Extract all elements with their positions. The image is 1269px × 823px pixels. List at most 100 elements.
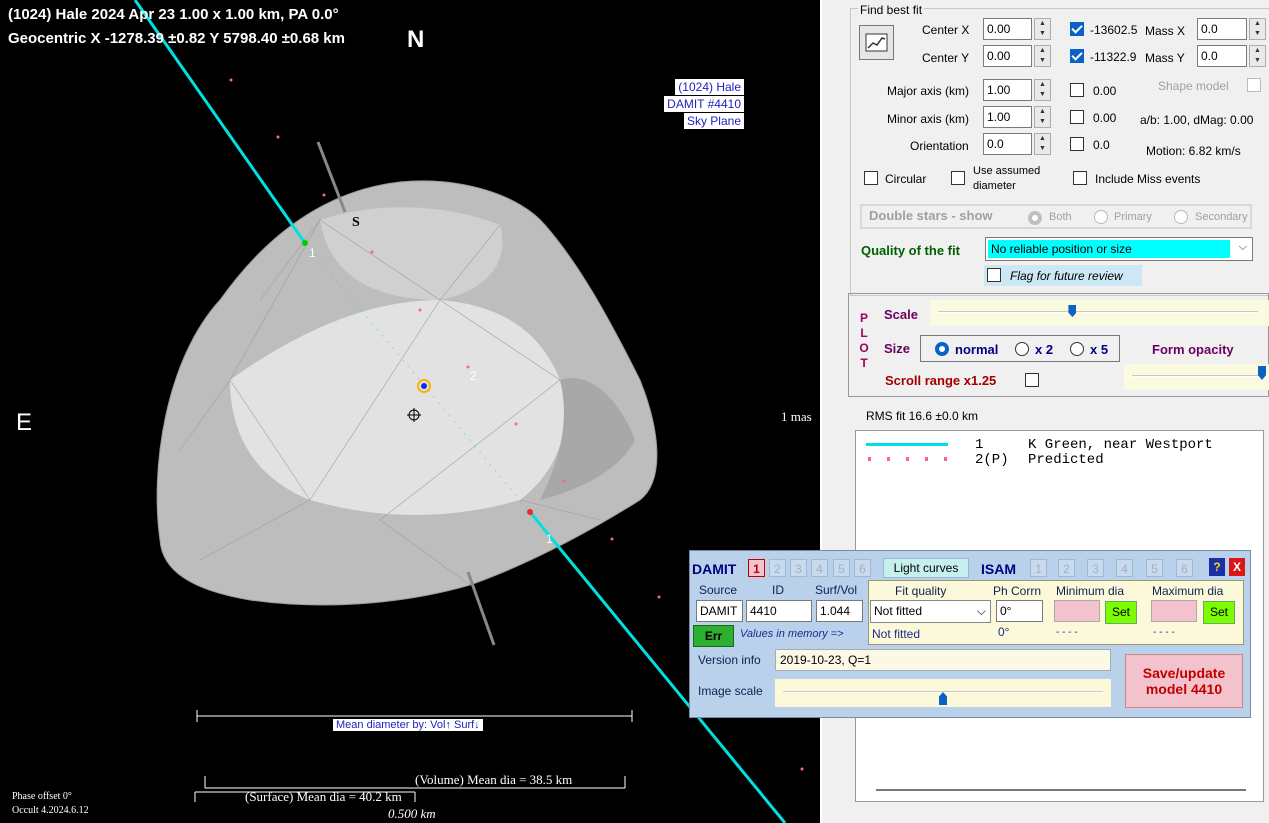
major-axis-spinner[interactable]: ▲ ▼ xyxy=(1034,79,1051,101)
minor-axis-spinner[interactable]: ▲ ▼ xyxy=(1034,106,1051,128)
isam-model-4[interactable]: 4 xyxy=(1116,559,1133,577)
orientation-label: Orientation xyxy=(910,139,969,153)
scale-slider[interactable] xyxy=(930,300,1269,326)
minor-axis-label: Minor axis (km) xyxy=(887,112,970,126)
secondary-radio[interactable] xyxy=(1174,210,1188,224)
find-best-fit-button[interactable] xyxy=(859,25,894,60)
version-info-field[interactable]: 2019-10-23, Q=1 xyxy=(775,649,1111,671)
isam-model-3[interactable]: 3 xyxy=(1087,559,1104,577)
orientation-input[interactable]: 0.0 xyxy=(983,133,1032,155)
image-scale-thumb[interactable] xyxy=(939,692,947,705)
save-update-label: Save/update model 4410 xyxy=(1142,665,1226,697)
max-dia-set-button[interactable]: Set xyxy=(1203,601,1235,624)
major-axis-checkbox[interactable] xyxy=(1070,83,1084,97)
center-y-checkbox[interactable] xyxy=(1070,49,1084,63)
list-hscrollbar[interactable] xyxy=(876,789,1246,791)
memory-min-dia: - - - - xyxy=(1056,627,1078,638)
center-x-input[interactable]: 0.00 xyxy=(983,18,1032,40)
include-miss-label: Include Miss events xyxy=(1095,172,1201,186)
help-button[interactable]: ? xyxy=(1209,558,1225,576)
err-button[interactable]: Err xyxy=(693,625,734,647)
orientation-spinner[interactable]: ▲ ▼ xyxy=(1034,133,1051,155)
south-marker: S xyxy=(352,215,360,230)
min-dia-field[interactable] xyxy=(1054,600,1100,622)
flag-review-checkbox[interactable] xyxy=(987,268,1001,282)
minor-axis-checkbox[interactable] xyxy=(1070,110,1084,124)
scale-slider-thumb[interactable] xyxy=(1068,305,1077,317)
close-button[interactable]: X xyxy=(1229,558,1245,576)
circular-label: Circular xyxy=(885,172,927,186)
legend-num-2: 2(P) xyxy=(975,452,1009,468)
damit-model-6[interactable]: 6 xyxy=(854,559,871,577)
damit-panel: DAMIT 1 2 3 4 5 6 Light curves ISAM 1 2 … xyxy=(689,550,1251,718)
mean-diameter-by[interactable]: Mean diameter by: Vol↑ Surf↓ xyxy=(333,719,483,731)
version-label: Occult 4.2024.6.12 xyxy=(12,805,89,816)
include-miss-checkbox[interactable] xyxy=(1073,171,1087,185)
shape-model-label: Shape model xyxy=(1158,79,1229,93)
find-best-fit-label: Find best fit xyxy=(858,3,925,17)
center-y-spinner[interactable]: ▲ ▼ xyxy=(1034,45,1051,67)
size-normal-radio[interactable] xyxy=(935,342,949,356)
id-header: ID xyxy=(772,583,784,597)
isam-model-1[interactable]: 1 xyxy=(1030,559,1047,577)
save-update-button[interactable]: Save/update model 4410 xyxy=(1125,654,1243,708)
mass-y-spinner[interactable]: ▲ ▼ xyxy=(1249,45,1266,67)
use-assumed-checkbox[interactable] xyxy=(951,171,965,185)
double-stars-label: Double stars - show xyxy=(869,208,993,223)
scroll-range-checkbox[interactable] xyxy=(1025,373,1039,387)
circular-checkbox[interactable] xyxy=(864,171,878,185)
center-x-spinner[interactable]: ▲ ▼ xyxy=(1034,18,1051,40)
center-y-input[interactable]: 0.00 xyxy=(983,45,1032,67)
damit-model-4[interactable]: 4 xyxy=(811,559,828,577)
size-x5-radio[interactable] xyxy=(1070,342,1084,356)
isam-model-6[interactable]: 6 xyxy=(1176,559,1193,577)
isam-model-5[interactable]: 5 xyxy=(1146,559,1163,577)
mass-x-spinner[interactable]: ▲ ▼ xyxy=(1249,18,1266,40)
center-x-readout: -13602.5 xyxy=(1090,23,1138,37)
damit-model-5[interactable]: 5 xyxy=(833,559,850,577)
size-x2-radio[interactable] xyxy=(1015,342,1029,356)
major-axis-input[interactable]: 1.00 xyxy=(983,79,1032,101)
mass-x-input[interactable]: 0.0 xyxy=(1197,18,1247,40)
legend-text-1: K Green, near Westport xyxy=(1028,437,1213,453)
volume-mean-dia: (Volume) Mean dia = 38.5 km xyxy=(415,772,573,787)
form-opacity-slider[interactable] xyxy=(1124,364,1269,390)
version-info-label: Version info xyxy=(698,653,761,667)
primary-radio[interactable] xyxy=(1094,210,1108,224)
chord-label-1: 1 xyxy=(309,246,316,260)
damit-model-3[interactable]: 3 xyxy=(790,559,807,577)
quality-dropdown[interactable]: No reliable position or size ⌵ xyxy=(985,237,1253,261)
mass-y-label: Mass Y xyxy=(1145,51,1185,65)
fit-quality-dropdown[interactable]: Not fitted ⌵ xyxy=(870,600,991,623)
id-field[interactable]: 4410 xyxy=(746,600,812,622)
chord-label-1b: 1 xyxy=(546,532,553,546)
source-field[interactable]: DAMIT xyxy=(696,600,743,622)
surfvol-field[interactable]: 1.044 xyxy=(816,600,863,622)
form-opacity-thumb[interactable] xyxy=(1258,366,1266,380)
flag-review-label: Flag for future review xyxy=(1010,269,1123,283)
shape-model-checkbox[interactable] xyxy=(1247,78,1261,92)
rms-fit: RMS fit 16.6 ±0.0 km xyxy=(866,409,978,423)
light-curves-button[interactable]: Light curves xyxy=(883,558,969,578)
major-axis-label: Major axis (km) xyxy=(887,84,970,98)
damit-model-1[interactable]: 1 xyxy=(748,559,765,577)
plot-letter-t: T xyxy=(860,356,868,370)
minor-axis-input[interactable]: 1.00 xyxy=(983,106,1032,128)
orientation-readout: 0.0 xyxy=(1093,138,1110,152)
min-dia-set-button[interactable]: Set xyxy=(1105,601,1137,624)
isam-model-2[interactable]: 2 xyxy=(1058,559,1075,577)
mass-y-input[interactable]: 0.0 xyxy=(1197,45,1247,67)
quality-value: No reliable position or size xyxy=(988,240,1230,258)
max-dia-header: Maximum dia xyxy=(1152,584,1224,598)
ph-corr-field[interactable]: 0° xyxy=(996,600,1043,622)
damit-model-2[interactable]: 2 xyxy=(769,559,786,577)
center-x-checkbox[interactable] xyxy=(1070,22,1084,36)
mass-x-label: Mass X xyxy=(1145,24,1186,38)
list-item[interactable]: 2(P) Predicted xyxy=(856,452,1256,468)
damit-title: DAMIT xyxy=(692,561,737,577)
list-item[interactable]: 1 K Green, near Westport xyxy=(856,437,1256,453)
max-dia-field[interactable] xyxy=(1151,600,1197,622)
image-scale-slider[interactable] xyxy=(775,679,1111,707)
both-radio[interactable] xyxy=(1028,211,1042,225)
orientation-checkbox[interactable] xyxy=(1070,137,1084,151)
